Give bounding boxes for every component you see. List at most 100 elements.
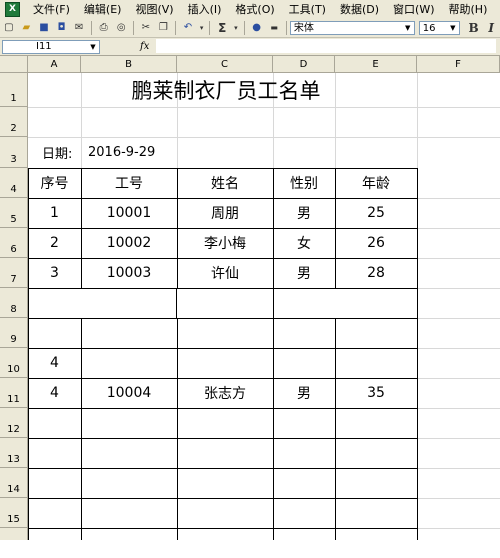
cell-employee-id[interactable]: 10002: [81, 228, 177, 258]
row-header-12[interactable]: 12: [0, 408, 28, 438]
formula-input[interactable]: [156, 39, 496, 53]
name-box-value: I11: [36, 40, 52, 52]
sheet-title[interactable]: 鹏莱制衣厂员工名单: [81, 73, 371, 107]
column-header-c[interactable]: C: [177, 56, 273, 73]
row-header-4[interactable]: 4: [0, 168, 28, 198]
select-all-corner[interactable]: [0, 56, 28, 73]
name-box[interactable]: I11 ▼: [2, 39, 100, 54]
row-header-8[interactable]: 8: [0, 288, 28, 318]
permission-icon[interactable]: ◘: [54, 20, 70, 35]
cell-name[interactable]: 周朋: [177, 198, 273, 228]
cell-name[interactable]: 张志方: [177, 378, 273, 408]
cell-name[interactable]: 李小梅: [177, 228, 273, 258]
formula-bar: I11 ▼ fx: [0, 38, 500, 56]
date-label[interactable]: 日期:: [42, 137, 92, 168]
font-size-select[interactable]: 16 ▼: [418, 20, 460, 35]
cell-employee-id[interactable]: 10001: [81, 198, 177, 228]
table-border: [28, 528, 418, 529]
new-file-icon[interactable]: ▢: [1, 20, 17, 35]
standard-toolbar: ▢ ▰ ■ ◘ ✉ ⎙ ◎ ✂ ❐ ↶ ▾ Σ ▾ ● ▬ 宋体 ▼ 16 ▼ …: [0, 18, 500, 38]
print-preview-icon[interactable]: ◎: [113, 20, 129, 35]
header-name[interactable]: 姓名: [177, 168, 273, 198]
menu-file[interactable]: 文件(F): [26, 1, 77, 17]
print-icon[interactable]: ⎙: [96, 20, 112, 35]
row-header-14[interactable]: 14: [0, 468, 28, 498]
worksheet-grid[interactable]: A B C D E F 1 2 3 4 5 6 7 8 9 10 11 12 1…: [0, 56, 500, 540]
column-header-a[interactable]: A: [28, 56, 81, 73]
cell-gender[interactable]: 男: [273, 258, 335, 288]
row-header-9[interactable]: 9: [0, 318, 28, 348]
gridline: [417, 288, 500, 289]
row-header-1[interactable]: 1: [0, 73, 28, 107]
menu-edit[interactable]: 编辑(E): [77, 1, 129, 17]
table-border: [28, 408, 418, 409]
cell-age[interactable]: 35: [335, 378, 417, 408]
cell-seq[interactable]: 4: [28, 378, 81, 408]
email-icon[interactable]: ✉: [71, 20, 87, 35]
cell-age[interactable]: 28: [335, 258, 417, 288]
autosum-icon[interactable]: Σ: [214, 20, 230, 35]
column-header-e[interactable]: E: [335, 56, 417, 73]
row-header-16[interactable]: [0, 528, 28, 540]
fx-icon[interactable]: fx: [140, 41, 149, 52]
header-age[interactable]: 年龄: [335, 168, 417, 198]
cut-icon[interactable]: ✂: [138, 20, 154, 35]
row-header-7[interactable]: 7: [0, 258, 28, 288]
menu-tools[interactable]: 工具(T): [282, 1, 333, 17]
cell-seq[interactable]: 4: [28, 348, 81, 378]
header-seq[interactable]: 序号: [28, 168, 81, 198]
row-header-11[interactable]: 11: [0, 378, 28, 408]
font-name-select[interactable]: 宋体 ▼: [289, 20, 415, 35]
row-header-2[interactable]: 2: [0, 107, 28, 137]
column-header-b[interactable]: B: [81, 56, 177, 73]
autosum-dropdown-icon[interactable]: ▾: [232, 20, 240, 35]
cell-gender[interactable]: 女: [273, 228, 335, 258]
cell-name[interactable]: 许仙: [177, 258, 273, 288]
menu-bar: X 文件(F) 编辑(E) 视图(V) 插入(I) 格式(O) 工具(T) 数据…: [0, 0, 500, 19]
cell-age[interactable]: 25: [335, 198, 417, 228]
menu-view[interactable]: 视图(V): [128, 1, 180, 17]
toolbar-options-icon[interactable]: ▬: [266, 20, 282, 35]
excel-app-icon[interactable]: X: [5, 1, 20, 17]
cell-employee-id[interactable]: 10003: [81, 258, 177, 288]
column-header-d[interactable]: D: [273, 56, 335, 73]
cell-seq[interactable]: 1: [28, 198, 81, 228]
undo-icon[interactable]: ↶: [180, 20, 196, 35]
undo-dropdown-icon[interactable]: ▾: [198, 20, 206, 35]
row-header-15[interactable]: 15: [0, 498, 28, 528]
row-header-6[interactable]: 6: [0, 228, 28, 258]
header-gender[interactable]: 性别: [273, 168, 335, 198]
cell-seq[interactable]: 3: [28, 258, 81, 288]
date-value[interactable]: 2016-9-29: [88, 137, 178, 168]
menu-format[interactable]: 格式(O): [228, 1, 281, 17]
help-icon[interactable]: ●: [249, 20, 265, 35]
menu-window[interactable]: 窗口(W): [386, 1, 441, 17]
table-border: [28, 318, 418, 319]
table-border: [177, 318, 178, 540]
toolbar-separator: [209, 20, 211, 35]
cell-gender[interactable]: 男: [273, 198, 335, 228]
cell-seq[interactable]: 2: [28, 228, 81, 258]
italic-button[interactable]: I: [483, 20, 499, 35]
menu-data[interactable]: 数据(D): [333, 1, 386, 17]
header-employee-id[interactable]: 工号: [81, 168, 177, 198]
menu-insert[interactable]: 插入(I): [181, 1, 229, 17]
cell-employee-id[interactable]: 10004: [81, 378, 177, 408]
column-header-f[interactable]: F: [417, 56, 500, 73]
row-header-5[interactable]: 5: [0, 198, 28, 228]
copy-icon[interactable]: ❐: [156, 20, 172, 35]
open-folder-icon[interactable]: ▰: [19, 20, 35, 35]
bold-button[interactable]: B: [466, 20, 482, 35]
menu-help[interactable]: 帮助(H): [442, 1, 495, 17]
gridline: [417, 318, 500, 319]
row-header-10[interactable]: 10: [0, 348, 28, 378]
table-border: [28, 348, 418, 349]
cell-age[interactable]: 26: [335, 228, 417, 258]
row-header-3[interactable]: 3: [0, 137, 28, 168]
row-header-13[interactable]: 13: [0, 438, 28, 468]
cell-gender[interactable]: 男: [273, 378, 335, 408]
save-icon[interactable]: ■: [36, 20, 52, 35]
chevron-down-icon[interactable]: ▼: [403, 23, 413, 33]
chevron-down-icon[interactable]: ▼: [88, 41, 98, 53]
chevron-down-icon[interactable]: ▼: [448, 23, 458, 33]
